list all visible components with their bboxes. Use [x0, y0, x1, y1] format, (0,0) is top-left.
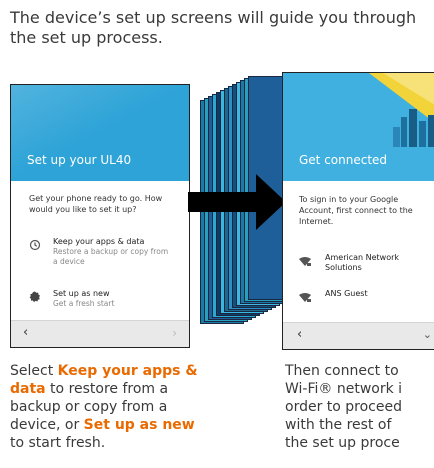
option-keep-apps-data[interactable]: Keep your apps & data Restore a backup o…: [11, 237, 189, 277]
wifi-lock-icon: [299, 293, 311, 306]
right-caption: Then connect to Wi-Fi® network i order t…: [285, 362, 434, 452]
connect-prompt: To sign in to your Google Account, first…: [299, 195, 413, 226]
arrow-right-icon: [188, 174, 286, 230]
intro-text: The device’s set up screens will guide y…: [10, 8, 417, 47]
connect-title: Get connected: [299, 153, 388, 167]
caption-text: to start fresh.: [10, 435, 106, 451]
option-title: Keep your apps & data: [53, 237, 145, 246]
option-subtitle: Get a fresh start: [53, 299, 115, 308]
setup-header: Set up your UL40: [11, 85, 189, 181]
caption-line: the set up proce: [285, 435, 400, 451]
new-device-icon: [29, 291, 41, 303]
caption-text: Select: [10, 363, 58, 379]
caption-line: order to proceed: [285, 399, 402, 415]
caption-line: with the rest of: [285, 417, 392, 433]
left-caption: Select Keep your apps & data to restore …: [10, 362, 206, 452]
network-name: ANS Guest: [325, 289, 368, 298]
wifi-lock-icon: [299, 257, 311, 270]
caption-highlight: Set up as new: [83, 417, 195, 433]
caption-line: Wi-Fi® network i: [285, 381, 403, 397]
next-button[interactable]: ›: [172, 326, 177, 340]
option-subtitle: Restore a backup or copy from a device: [53, 247, 169, 266]
connect-screen: Get connected To sign in to your Google …: [282, 72, 434, 350]
navigation-bar: ‹ ⌄: [283, 322, 434, 349]
setup-prompt: Get your phone ready to go. How would yo…: [29, 194, 163, 214]
chevron-down-icon[interactable]: ⌄: [423, 328, 432, 341]
caption-line: Then connect to: [285, 363, 399, 379]
restore-icon: [29, 239, 41, 251]
network-item[interactable]: ANS Guest: [283, 289, 434, 315]
setup-screen: Set up your UL40 Get your phone ready to…: [10, 84, 190, 348]
back-button[interactable]: ‹: [297, 327, 302, 342]
navigation-bar: ‹ ›: [11, 320, 189, 347]
network-name: American Network Solutions: [325, 253, 400, 272]
network-item[interactable]: American Network Solutions: [283, 253, 434, 279]
back-button[interactable]: ‹: [23, 325, 28, 340]
option-title: Set up as new: [53, 289, 110, 298]
setup-title: Set up your UL40: [27, 153, 132, 167]
connect-header: Get connected: [283, 73, 434, 181]
